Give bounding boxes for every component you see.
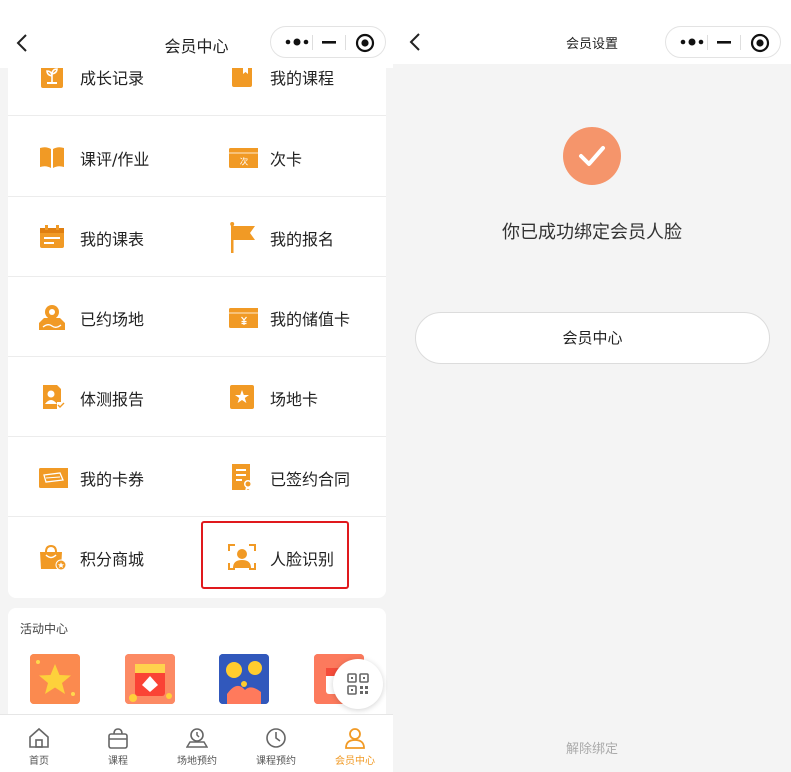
activity-center-title: 活动中心 xyxy=(20,622,69,636)
menu-item-label: 课评/作业 xyxy=(80,150,150,169)
flag-icon xyxy=(230,222,255,253)
activity-item[interactable] xyxy=(219,654,269,704)
menu-row: 积分商城 人脸识别 xyxy=(8,517,386,597)
stored-value-card-icon xyxy=(229,308,258,328)
member-icon xyxy=(345,728,365,749)
menu-item-booked-venue[interactable]: 已约场地 xyxy=(8,277,188,357)
minimize-icon[interactable] xyxy=(716,34,732,50)
venue-card-icon xyxy=(230,385,254,409)
qr-code-icon xyxy=(347,673,369,695)
tab-bar: 首页 课程 场地预约 课程预约 会员中心 xyxy=(0,714,393,772)
tab-venue-booking[interactable]: 场地预约 xyxy=(158,715,236,772)
tab-label: 课程预约 xyxy=(256,756,296,767)
menu-item-points-mall[interactable]: 积分商城 xyxy=(8,517,188,597)
menu-item-my-coupons[interactable]: 我的卡券 xyxy=(8,437,188,517)
menu-item-label: 我的卡券 xyxy=(80,470,145,489)
menu-item-label: 场地卡 xyxy=(270,390,319,409)
menu-row: 已约场地 我的储值卡 xyxy=(8,277,386,357)
menu-item-label: 已约场地 xyxy=(80,310,145,329)
fitness-report-icon xyxy=(43,385,65,409)
capsule-divider xyxy=(345,35,346,50)
tab-label: 会员中心 xyxy=(335,756,375,767)
menu-item-label: 人脸识别 xyxy=(270,550,335,569)
unbind-link[interactable]: 解除绑定 xyxy=(393,738,791,757)
screen: 会员中心 成长记录 我的课程 课评/作业 次 次卡 我的课表 我的报名 已约场地… xyxy=(0,0,791,772)
menu-item-label: 成长记录 xyxy=(80,69,145,88)
mini-program-capsule xyxy=(665,26,781,58)
member-settings-page: 会员设置 你已成功绑定会员人脸 会员中心 解除绑定 xyxy=(393,0,791,772)
success-message: 你已成功绑定会员人脸 xyxy=(502,222,682,243)
tab-member-center[interactable]: 会员中心 xyxy=(316,715,393,772)
menu-item-label: 我的课表 xyxy=(80,230,145,249)
close-circle-icon[interactable] xyxy=(355,33,375,53)
venue-booking-icon xyxy=(186,728,208,748)
clock-icon xyxy=(266,728,286,748)
red-packet-icon xyxy=(125,654,175,704)
menu-row: 我的课表 我的报名 xyxy=(8,197,386,277)
menu-item-label: 已签约合同 xyxy=(270,470,351,489)
face-recognition-icon xyxy=(228,544,256,570)
menu-item-venue-card[interactable]: 场地卡 xyxy=(198,357,378,437)
capsule-divider xyxy=(740,35,741,50)
menu-item-fitness-report[interactable]: 体测报告 xyxy=(8,357,188,437)
qr-code-button[interactable] xyxy=(333,659,383,709)
menu-row: 成长记录 我的课程 xyxy=(8,60,386,116)
tab-course-booking[interactable]: 课程预约 xyxy=(237,715,315,772)
member-center-page: 会员中心 成长记录 我的课程 课评/作业 次 次卡 我的课表 我的报名 已约场地… xyxy=(0,0,393,772)
venue-map-icon xyxy=(39,305,65,330)
close-circle-icon[interactable] xyxy=(750,33,770,53)
mini-program-capsule xyxy=(270,26,386,58)
more-dots-icon[interactable] xyxy=(283,34,311,50)
menu-item-label: 我的报名 xyxy=(270,230,335,249)
success-badge xyxy=(563,127,621,185)
menu-item-label: 积分商城 xyxy=(80,550,145,569)
tab-course[interactable]: 课程 xyxy=(79,715,157,772)
menu-item-stored-value-card[interactable]: 我的储值卡 xyxy=(198,277,378,357)
count-card-char: 次 xyxy=(240,157,249,168)
home-icon xyxy=(29,727,49,748)
menu-row: 我的卡券 已签约合同 xyxy=(8,437,386,517)
schedule-icon xyxy=(40,225,64,248)
member-center-button[interactable]: 会员中心 xyxy=(415,312,770,364)
nav-bar: 会员设置 xyxy=(393,0,791,64)
menu-item-face-recognition[interactable]: 人脸识别 xyxy=(198,517,378,597)
count-card-icon: 次 xyxy=(229,148,258,168)
menu-item-signed-contract[interactable]: 已签约合同 xyxy=(198,437,378,517)
book-icon xyxy=(40,147,64,168)
menu-item-review-homework[interactable]: 课评/作业 xyxy=(8,117,188,197)
menu-row: 体测报告 场地卡 xyxy=(8,357,386,437)
star-promo-icon xyxy=(30,654,80,704)
tab-home[interactable]: 首页 xyxy=(0,715,78,772)
menu-item-my-registration[interactable]: 我的报名 xyxy=(198,197,378,277)
capsule-divider xyxy=(312,35,313,50)
menu-item-label: 我的课程 xyxy=(270,69,335,88)
activity-item[interactable] xyxy=(125,654,175,704)
tab-label: 首页 xyxy=(29,756,49,767)
points-mall-icon xyxy=(40,544,66,571)
menu-item-my-schedule[interactable]: 我的课表 xyxy=(8,197,188,277)
more-dots-icon[interactable] xyxy=(678,34,706,50)
capsule-divider xyxy=(707,35,708,50)
menu-item-count-card[interactable]: 次 次卡 xyxy=(198,117,378,197)
activity-item[interactable] xyxy=(30,654,80,704)
tab-label: 场地预约 xyxy=(177,756,217,767)
menu-item-growth-record[interactable]: 成长记录 xyxy=(8,60,188,116)
menu-item-my-course[interactable]: 我的课程 xyxy=(198,60,378,116)
menu-row: 课评/作业 次 次卡 xyxy=(8,117,386,197)
minimize-icon[interactable] xyxy=(321,34,337,50)
invite-gift-icon xyxy=(219,654,269,704)
menu-item-label: 体测报告 xyxy=(80,390,145,409)
tab-label: 课程 xyxy=(108,756,128,767)
checkmark-icon xyxy=(579,146,605,166)
course-bag-icon xyxy=(108,728,128,749)
menu-item-label: 次卡 xyxy=(270,150,303,169)
coupon-icon xyxy=(39,468,68,488)
contract-icon xyxy=(232,464,252,491)
menu-grid: 成长记录 我的课程 课评/作业 次 次卡 我的课表 我的报名 已约场地 我的储值… xyxy=(8,60,386,598)
menu-item-label: 我的储值卡 xyxy=(270,310,351,329)
nav-bar: 会员中心 xyxy=(0,0,393,68)
